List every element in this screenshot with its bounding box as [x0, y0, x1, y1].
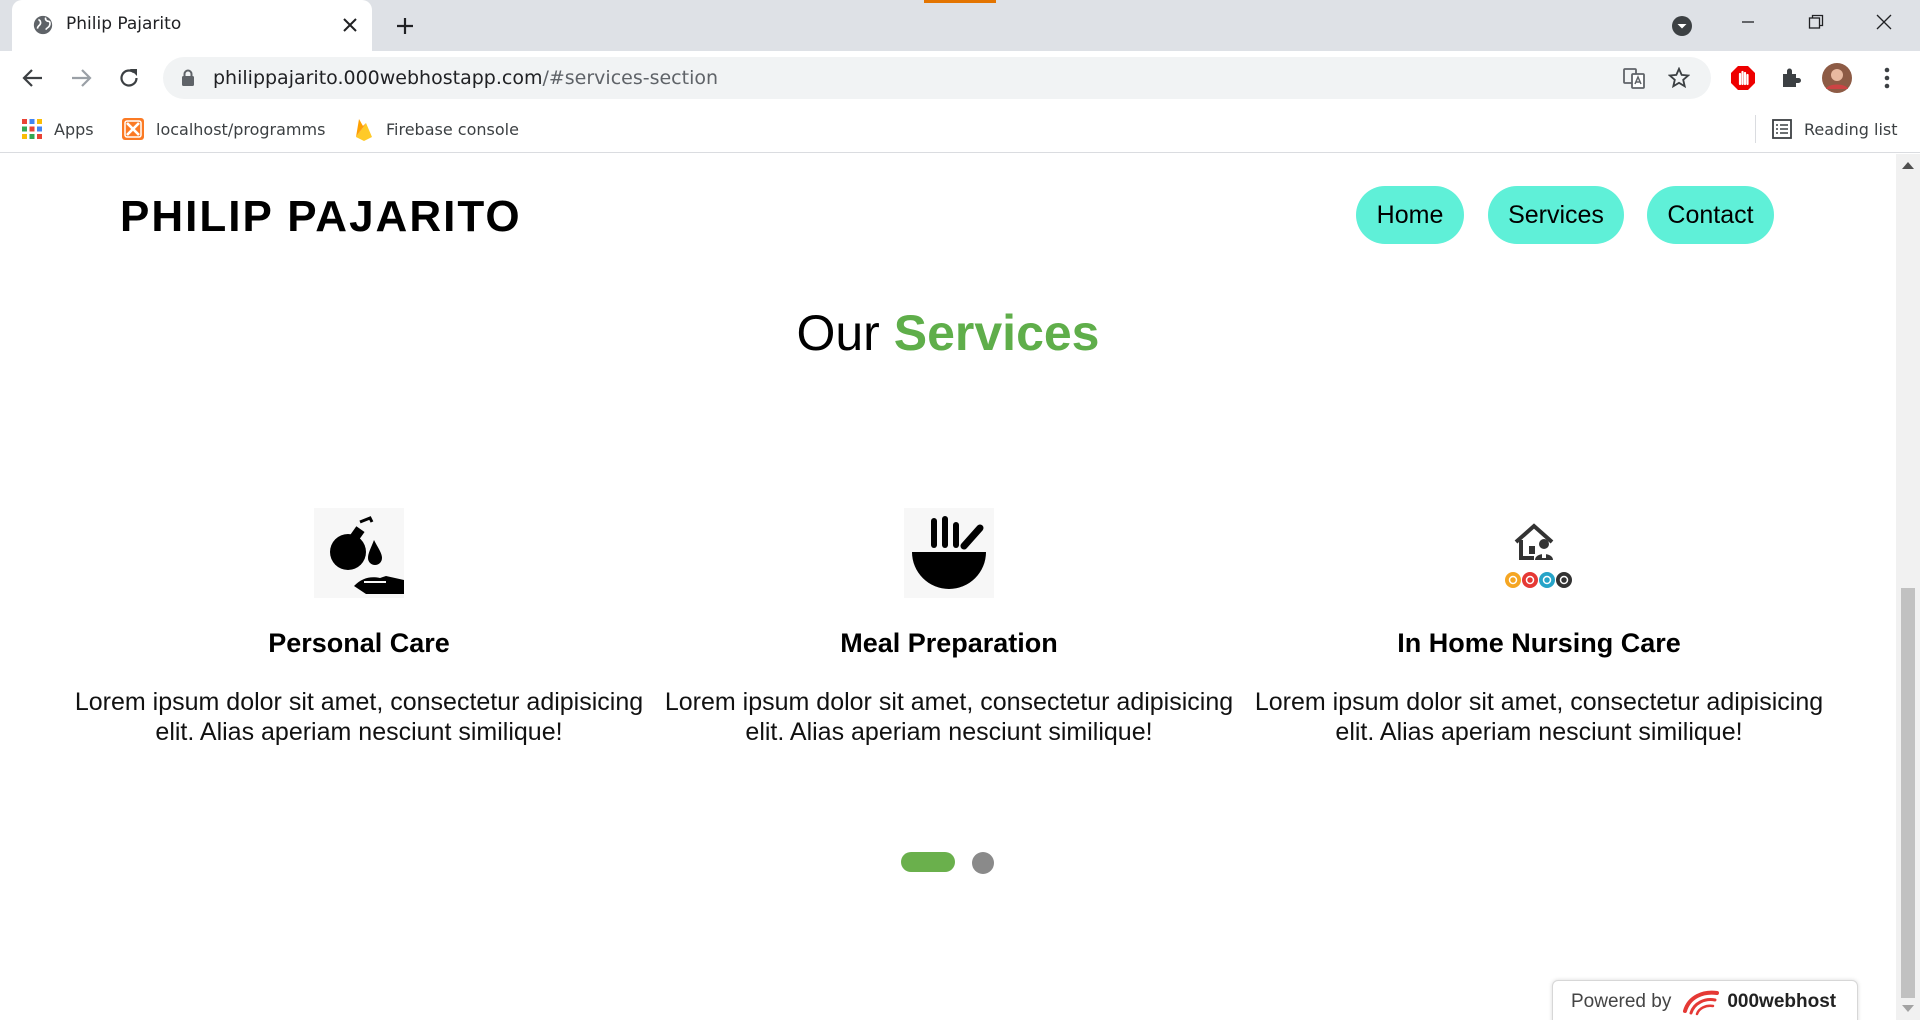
- close-tab-icon[interactable]: [337, 12, 363, 38]
- home-nursing-icon: [1494, 508, 1584, 598]
- powered-by-badge[interactable]: Powered by 000webhost: [1552, 980, 1858, 1020]
- loading-indicator: [924, 0, 996, 3]
- close-window-icon[interactable]: [1850, 0, 1918, 44]
- scroll-down-arrow-icon[interactable]: [1902, 1005, 1914, 1012]
- browser-menu-icon[interactable]: [1872, 63, 1902, 93]
- carousel-dot-active[interactable]: [901, 852, 955, 872]
- address-bar[interactable]: philippajarito.000webhostapp.com/#servic…: [163, 57, 1711, 99]
- carousel-dot[interactable]: [972, 852, 994, 874]
- service-card-home-nursing: In Home Nursing Care Lorem ipsum dolor s…: [1249, 508, 1829, 747]
- tab-strip: Philip Pajarito: [0, 0, 1920, 51]
- bookmark-label: Firebase console: [386, 119, 519, 139]
- bowl-icon: [904, 508, 994, 598]
- service-title: Meal Preparation: [840, 628, 1058, 658]
- new-tab-icon[interactable]: [390, 11, 420, 41]
- reading-list-button[interactable]: Reading list: [1772, 115, 1898, 143]
- service-card-personal-care: Personal Care Lorem ipsum dolor sit amet…: [69, 508, 649, 747]
- service-description: Lorem ipsum dolor sit amet, consectetur …: [664, 688, 1234, 746]
- minimize-icon[interactable]: [1714, 0, 1782, 44]
- extensions-puzzle-icon[interactable]: [1776, 63, 1806, 93]
- bookmark-apps[interactable]: Apps: [22, 115, 94, 143]
- xampp-icon: [122, 118, 144, 140]
- bookmark-firebase[interactable]: Firebase console: [354, 115, 519, 143]
- translate-icon[interactable]: [1621, 65, 1647, 91]
- page-scrollbar[interactable]: [1896, 154, 1920, 1020]
- nav-contact-button[interactable]: Contact: [1647, 186, 1774, 244]
- site-logo[interactable]: PHILIP PAJARITO: [120, 192, 522, 242]
- bookmarks-bar: Apps localhost/programms Firebase consol…: [0, 105, 1920, 153]
- bookmark-label: localhost/programms: [156, 119, 326, 139]
- bookmark-localhost[interactable]: localhost/programms: [122, 115, 325, 143]
- globe-icon: [33, 15, 53, 35]
- lotion-hand-icon: [314, 508, 404, 598]
- service-description: Lorem ipsum dolor sit amet, consectetur …: [74, 688, 644, 746]
- browser-toolbar: philippajarito.000webhostapp.com/#servic…: [0, 51, 1920, 105]
- service-title: Personal Care: [268, 628, 450, 658]
- bookmark-label: Apps: [54, 119, 94, 139]
- powered-brand: 000webhost: [1727, 991, 1837, 1012]
- star-bookmark-icon[interactable]: [1666, 65, 1692, 91]
- profile-avatar-icon[interactable]: [1822, 63, 1852, 93]
- bookmarks-divider: [1755, 115, 1756, 143]
- service-card-meal-preparation: Meal Preparation Lorem ipsum dolor sit a…: [659, 508, 1239, 747]
- heading-accent: Services: [893, 305, 1100, 361]
- reload-icon[interactable]: [112, 61, 146, 95]
- adblock-icon[interactable]: [1728, 63, 1758, 93]
- apps-grid-icon: [22, 119, 42, 139]
- browser-tab[interactable]: Philip Pajarito: [12, 0, 372, 51]
- reading-list-label: Reading list: [1804, 119, 1898, 139]
- 000webhost-logo-icon: [1683, 990, 1720, 1016]
- tab-title: Philip Pajarito: [66, 14, 182, 34]
- scroll-thumb[interactable]: [1901, 588, 1915, 998]
- url-text[interactable]: philippajarito.000webhostapp.com/#servic…: [213, 67, 718, 89]
- service-title: In Home Nursing Care: [1397, 628, 1681, 658]
- nav-home-button[interactable]: Home: [1356, 186, 1464, 244]
- tab-search-icon[interactable]: [1668, 12, 1696, 40]
- powered-prefix: Powered by: [1571, 991, 1672, 1012]
- restore-icon[interactable]: [1782, 0, 1850, 44]
- reading-list-icon: [1772, 119, 1792, 139]
- heading-plain: Our: [796, 305, 880, 361]
- nav-services-button[interactable]: Services: [1488, 186, 1624, 244]
- back-arrow-icon[interactable]: [16, 61, 50, 95]
- lock-icon[interactable]: [181, 69, 195, 87]
- page-viewport: PHILIP PAJARITO Home Services Contact Ou…: [0, 154, 1896, 1020]
- forward-arrow-icon[interactable]: [64, 61, 98, 95]
- section-heading: Our Services: [0, 304, 1896, 362]
- service-description: Lorem ipsum dolor sit amet, consectetur …: [1254, 688, 1824, 746]
- scroll-up-arrow-icon[interactable]: [1902, 162, 1914, 169]
- firebase-icon: [356, 119, 372, 141]
